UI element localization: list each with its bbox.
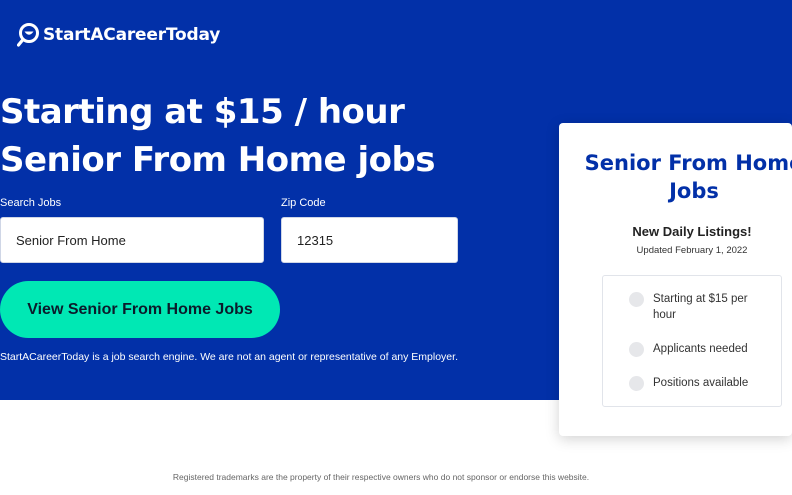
site-logo[interactable]: StartACareerToday [17, 23, 220, 47]
headline-line-1: Starting at $15 / hour [0, 92, 405, 132]
brand-name: StartACareerToday [43, 25, 221, 45]
card-feature-list: Starting at $15 per hour Applicants need… [602, 275, 782, 407]
zip-code-label: Zip Code [281, 197, 326, 209]
page-headline: Starting at $15 / hour Senior From Home … [0, 88, 436, 184]
list-item: Starting at $15 per hour [629, 291, 768, 323]
headline-line-2: Senior From Home jobs [0, 140, 436, 180]
card-title: Senior From Home Jobs [584, 151, 792, 203]
disclaimer-text: StartACareerToday is a job search engine… [0, 351, 458, 363]
job-info-card: Senior From Home Jobs New Daily Listings… [559, 123, 792, 436]
card-subtitle: New Daily Listings! [632, 224, 752, 239]
logo-magnifier-icon [17, 23, 39, 47]
list-item: Applicants needed [629, 341, 768, 357]
list-item-label: Starting at $15 per hour [653, 293, 748, 321]
circle-bullet-icon [629, 376, 644, 391]
trademark-notice: Registered trademarks are the property o… [172, 472, 590, 482]
list-item-label: Positions available [653, 377, 749, 389]
list-item-label: Applicants needed [653, 343, 748, 355]
search-jobs-label: Search Jobs [0, 197, 62, 209]
circle-bullet-icon [629, 292, 644, 307]
card-updated-date: Updated February 1, 2022 [636, 245, 748, 256]
view-jobs-button[interactable]: View Senior From Home Jobs [0, 281, 280, 338]
search-jobs-input[interactable] [0, 217, 264, 263]
zip-code-input[interactable] [281, 217, 458, 263]
list-item: Positions available [629, 375, 768, 391]
circle-bullet-icon [629, 342, 644, 357]
